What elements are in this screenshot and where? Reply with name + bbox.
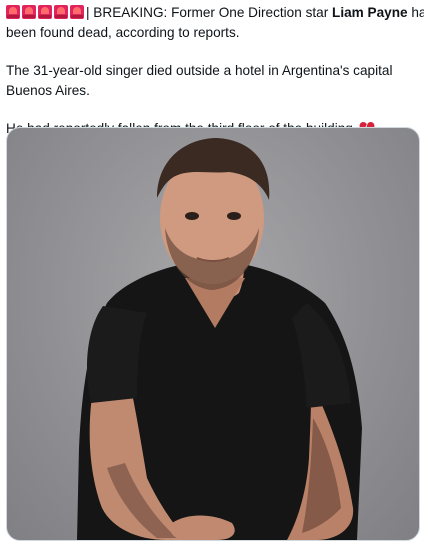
tweet-text: | BREAKING: Former One Direction star Li… [6, 3, 424, 142]
breaking-suffix: has [411, 5, 424, 20]
tweet-photo[interactable] [6, 127, 420, 541]
breaking-prefix: | BREAKING: Former One Direction star [86, 5, 333, 20]
siren-icon [54, 5, 68, 19]
tweet-paragraph-2: The 31-year-old singer died outside a ho… [6, 63, 393, 98]
tweet-line-2: been found dead, according to reports. [6, 24, 240, 40]
tweet: | BREAKING: Former One Direction star Li… [0, 0, 424, 551]
tweet-line-1: | BREAKING: Former One Direction star Li… [6, 3, 424, 23]
siren-icon [38, 5, 52, 19]
siren-icon [22, 5, 36, 19]
siren-icon [70, 5, 84, 19]
siren-icon [6, 5, 20, 19]
name-bold: Liam Payne [332, 5, 408, 20]
portrait-illustration [77, 138, 362, 540]
